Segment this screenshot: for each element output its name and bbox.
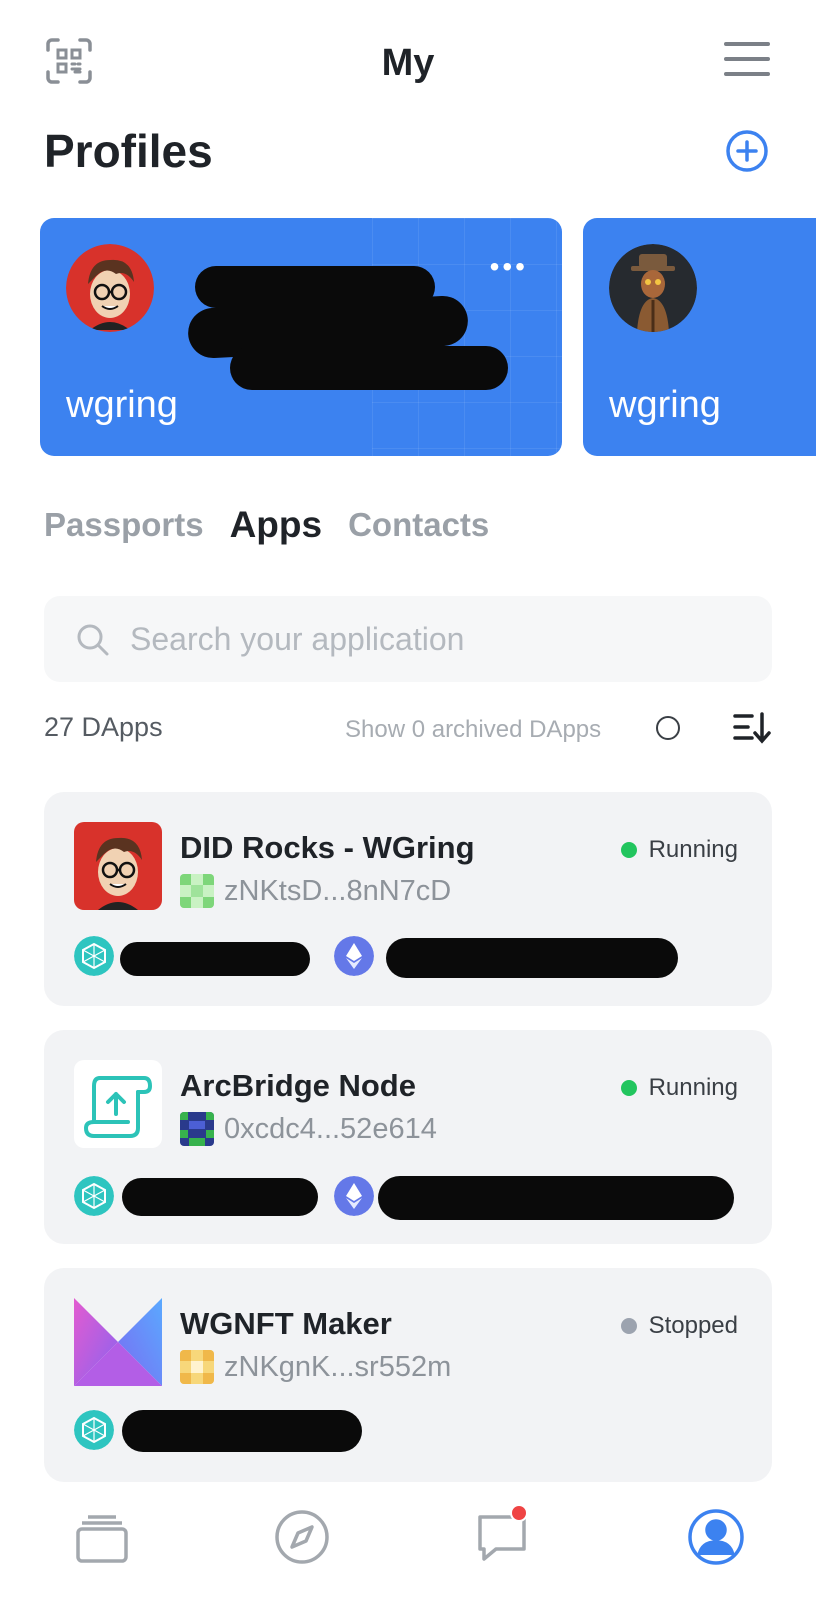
nav-explore-button[interactable] <box>272 1507 332 1567</box>
status-badge: Stopped <box>620 1312 738 1340</box>
profile-carousel[interactable]: ••• wgring wgring <box>0 218 816 458</box>
app-card[interactable]: WGNFT Maker zNKgnK...sr552m Stopped <box>44 1268 772 1482</box>
app-icon <box>74 1060 162 1148</box>
app-address: zNKgnK...sr552m <box>180 1350 451 1384</box>
archived-toggle-label[interactable]: Show 0 archived DApps <box>345 716 601 744</box>
redacted-text <box>122 1410 362 1452</box>
search-icon <box>77 624 109 656</box>
app-address-text: zNKgnK...sr552m <box>224 1350 452 1383</box>
profile-card[interactable]: ••• wgring <box>40 218 562 456</box>
sort-button[interactable] <box>732 710 772 746</box>
search-input[interactable] <box>130 596 750 682</box>
ethereum-icon <box>334 936 374 976</box>
ethereum-icon <box>334 1176 374 1216</box>
dapp-count: 27 DApps <box>44 712 163 742</box>
redacted-text <box>378 1176 734 1220</box>
profiles-title: Profiles <box>44 125 213 177</box>
profile-card[interactable]: wgring <box>583 218 816 456</box>
tab-apps[interactable]: Apps <box>230 504 323 546</box>
menu-icon <box>724 42 770 76</box>
identicon-icon <box>180 874 214 908</box>
app-address: 0xcdc4...52e614 <box>180 1112 437 1146</box>
app-card[interactable]: ArcBridge Node 0xcdc4...52e614 Running <box>44 1030 772 1244</box>
profile-name: wgring <box>66 384 178 426</box>
profile-icon <box>688 1509 744 1565</box>
app-name: WGNFT Maker <box>180 1306 392 1341</box>
app-name: ArcBridge Node <box>180 1068 416 1103</box>
notification-badge <box>510 1504 528 1522</box>
app-icon <box>74 1298 162 1386</box>
app-name: DID Rocks - WGring <box>180 830 475 865</box>
arcblock-chain-icon <box>74 1410 114 1450</box>
status-text: Running <box>648 836 738 863</box>
status-badge: Running <box>620 836 738 864</box>
tab-passports[interactable]: Passports <box>44 506 204 546</box>
identicon-icon <box>180 1350 214 1384</box>
redacted-text <box>122 1178 318 1216</box>
status-dot <box>620 1080 637 1096</box>
more-options-icon[interactable]: ••• <box>490 253 528 281</box>
app-address: zNKtsD...8nN7cD <box>180 874 451 908</box>
nav-wallet-button[interactable] <box>72 1507 132 1567</box>
app-icon <box>74 822 162 910</box>
add-profile-button[interactable] <box>724 128 770 174</box>
add-circle-icon <box>726 130 768 172</box>
nav-profile-button[interactable] <box>686 1507 746 1567</box>
avatar <box>66 244 154 332</box>
top-bar: My <box>0 0 816 130</box>
page-title: My <box>381 42 435 84</box>
compass-icon <box>275 1510 329 1564</box>
bottom-navigation <box>0 1485 816 1600</box>
archived-toggle-radio[interactable] <box>656 716 680 740</box>
section-tabs: Passports Apps Contacts <box>44 504 489 546</box>
status-text: Running <box>648 1074 738 1101</box>
redacted-text <box>120 942 310 976</box>
redacted-text <box>386 938 678 978</box>
arcblock-chain-icon <box>74 1176 114 1216</box>
app-address-text: 0xcdc4...52e614 <box>224 1112 437 1145</box>
nav-messages-button[interactable] <box>472 1504 532 1567</box>
redacted-text <box>230 346 508 390</box>
tab-contacts[interactable]: Contacts <box>348 506 489 546</box>
identicon-icon <box>180 1112 214 1146</box>
menu-button[interactable] <box>724 42 770 80</box>
status-text: Stopped <box>648 1312 738 1339</box>
profile-name: wgring <box>609 384 721 426</box>
status-dot <box>620 842 637 858</box>
arcblock-chain-icon <box>74 936 114 976</box>
sort-icon <box>733 712 771 744</box>
app-address-text: zNKtsD...8nN7cD <box>224 874 452 907</box>
status-dot <box>620 1318 637 1334</box>
search-bar <box>44 596 772 682</box>
wallet-stack-icon <box>76 1515 128 1563</box>
status-badge: Running <box>620 1074 738 1102</box>
app-card[interactable]: DID Rocks - WGring zNKtsD...8nN7cD Runni… <box>44 792 772 1006</box>
avatar <box>609 244 697 332</box>
